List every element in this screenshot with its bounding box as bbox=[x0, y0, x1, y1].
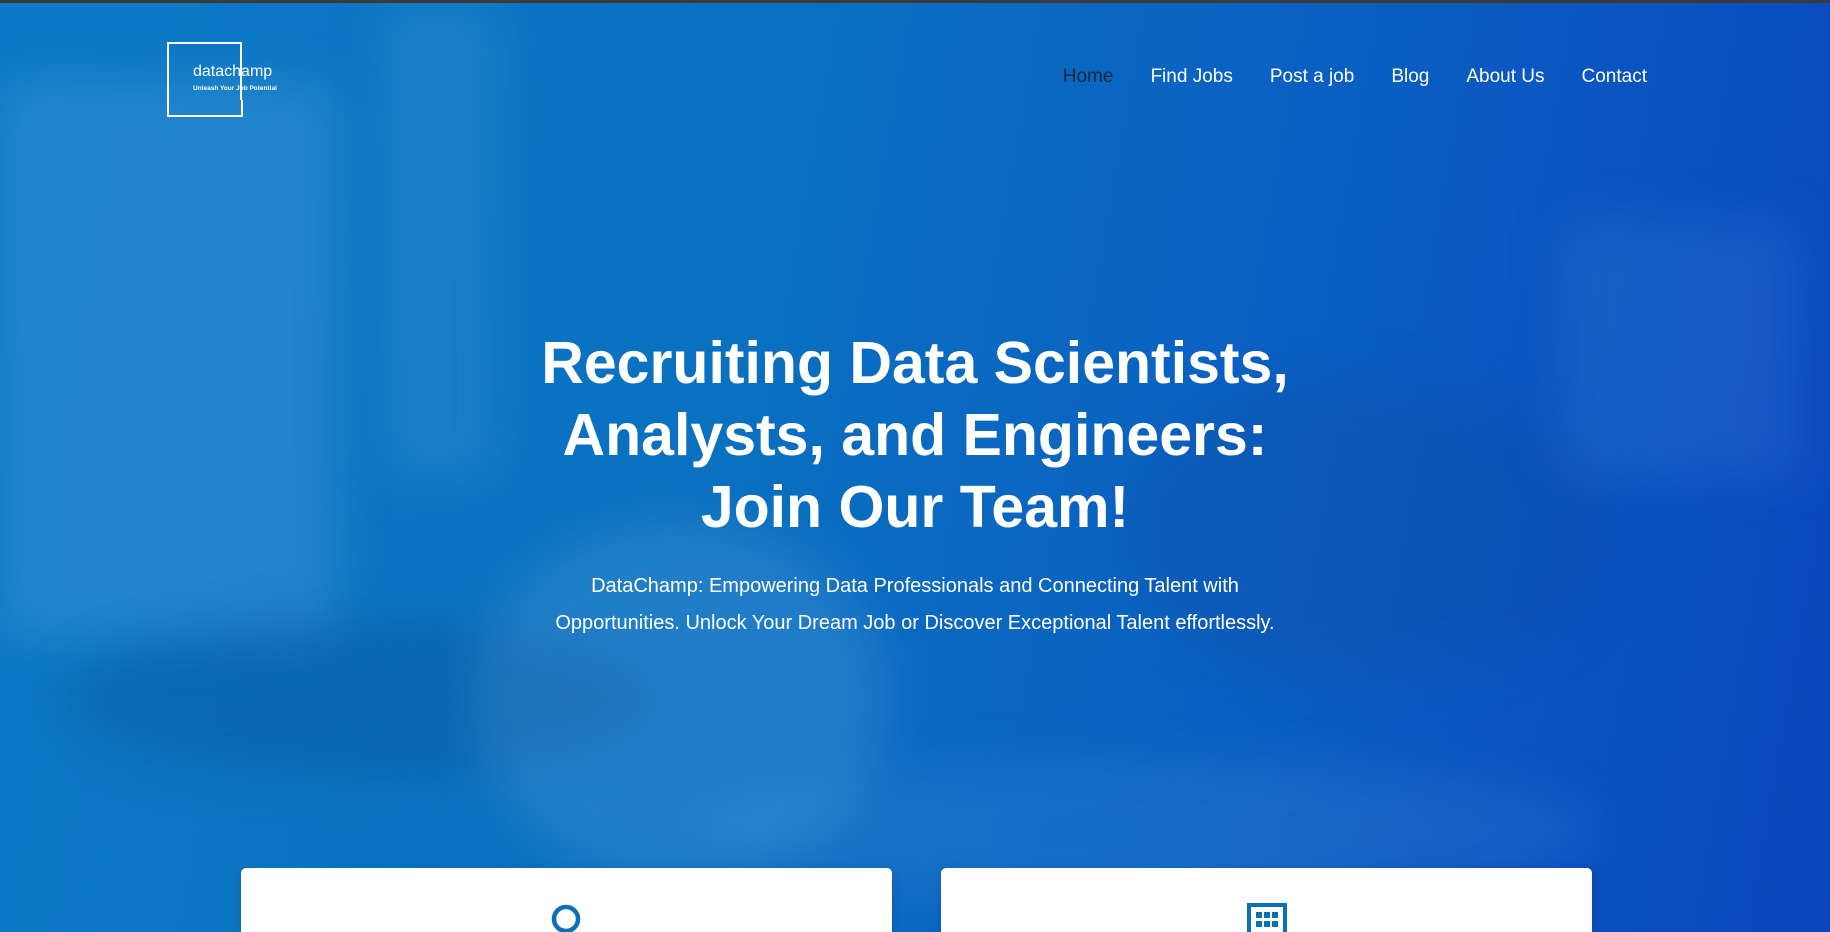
main-navigation: Home Find Jobs Post a job Blog About Us … bbox=[1063, 66, 1647, 88]
background-blur-shape bbox=[0, 80, 340, 640]
logo-name: datachamp bbox=[193, 63, 273, 80]
window-top-border bbox=[0, 0, 1830, 3]
nav-item-post-a-job[interactable]: Post a job bbox=[1270, 66, 1355, 88]
hero-subtext-line: DataChamp: Empowering Data Professionals… bbox=[591, 575, 1239, 597]
nav-item-blog[interactable]: Blog bbox=[1391, 66, 1429, 88]
circle-icon bbox=[550, 903, 582, 932]
hero-section: datachamp Unleash Your Job Potential Hom… bbox=[0, 0, 1830, 932]
nav-item-home[interactable]: Home bbox=[1063, 66, 1114, 88]
logo-tagline: Unleash Your Job Potential bbox=[193, 85, 277, 92]
nav-item-contact[interactable]: Contact bbox=[1582, 66, 1647, 88]
logo-frame-bottom bbox=[167, 115, 242, 117]
feature-card-employers[interactable] bbox=[941, 868, 1592, 932]
hero-subtext: DataChamp: Empowering Data Professionals… bbox=[465, 568, 1365, 642]
nav-item-about-us[interactable]: About Us bbox=[1466, 66, 1544, 88]
feature-card-job-seekers[interactable] bbox=[241, 868, 892, 932]
hero-headline: Recruiting Data Scientists, Analysts, an… bbox=[415, 327, 1415, 543]
hero-headline-line: Recruiting Data Scientists, bbox=[541, 330, 1289, 396]
nav-item-find-jobs[interactable]: Find Jobs bbox=[1150, 66, 1232, 88]
background-blur-shape bbox=[1560, 220, 1800, 480]
logo-frame-notch bbox=[241, 100, 243, 117]
site-logo[interactable]: datachamp Unleash Your Job Potential bbox=[167, 42, 277, 117]
hero-headline-line: Join Our Team! bbox=[700, 474, 1130, 540]
building-icon bbox=[1247, 903, 1287, 932]
hero-subtext-line: Opportunities. Unlock Your Dream Job or … bbox=[555, 612, 1275, 634]
hero-headline-line: Analysts, and Engineers: bbox=[562, 402, 1268, 468]
